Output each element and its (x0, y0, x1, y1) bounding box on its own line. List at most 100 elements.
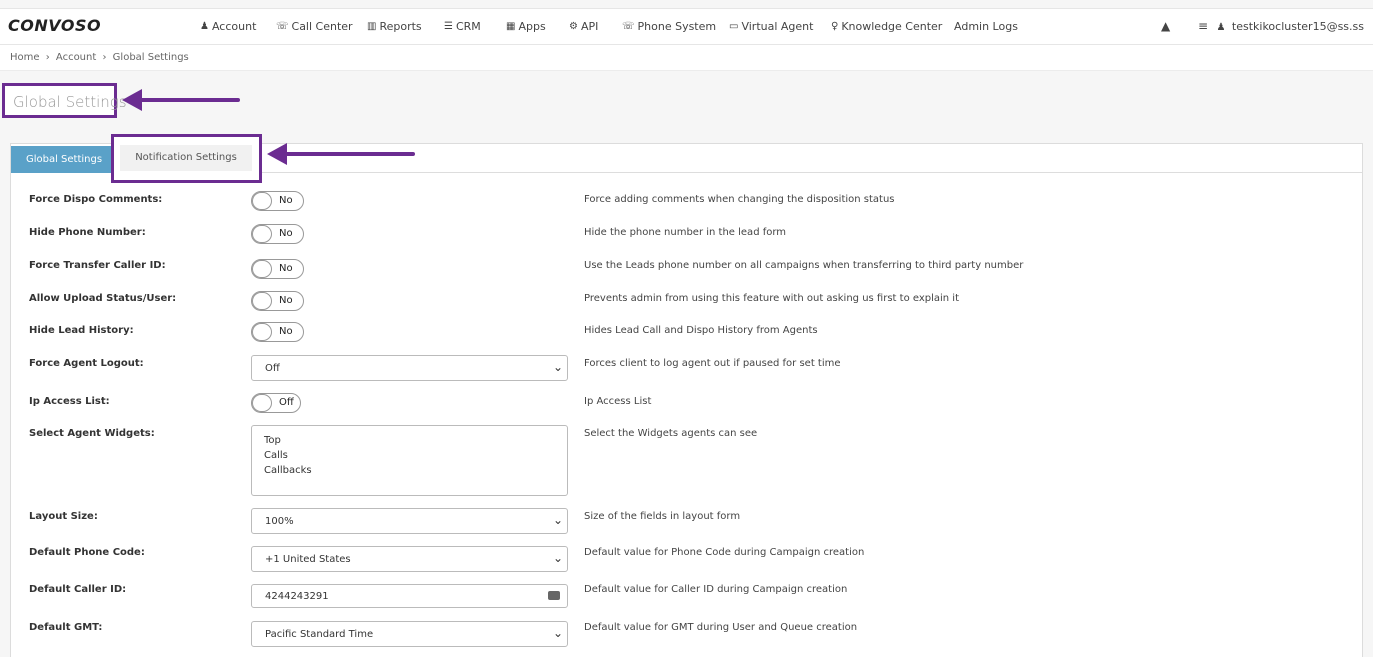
force-logout-select[interactable]: Off ⌄ (251, 355, 568, 381)
hide-lead-history-toggle[interactable]: No (251, 322, 304, 342)
user-icon: ♟ (200, 21, 209, 32)
nav-phone-system-label: Phone System (637, 20, 717, 33)
chevron-down-icon: ⌄ (552, 360, 563, 374)
nav-phone-system[interactable]: ☏ Phone System (622, 20, 716, 33)
user-icon: ♟ (1216, 22, 1226, 33)
annotation-arrow-head (122, 89, 142, 111)
setting-description: Default value for Caller ID during Campa… (584, 584, 848, 595)
nav-apps[interactable]: ▦ Apps (506, 20, 546, 33)
setting-description: Select the Widgets agents can see (584, 428, 758, 439)
nav-api-label: API (580, 20, 599, 33)
nav-account-label: Account (211, 20, 257, 33)
brand-logo[interactable]: CONVOSO (8, 16, 101, 35)
setting-label: Force Transfer Caller ID: (29, 260, 166, 271)
toggle-knob (252, 394, 272, 412)
widget-option[interactable]: Callbacks (264, 463, 555, 478)
id-card-icon (548, 591, 560, 600)
annotation-arrow-shaft (140, 98, 240, 102)
setting-description: Force adding comments when changing the … (584, 194, 895, 205)
nav-crm[interactable]: ☰ CRM (444, 20, 481, 33)
widget-option[interactable]: Calls (264, 448, 555, 463)
setting-description: Prevents admin from using this feature w… (584, 293, 960, 304)
breadcrumb-account[interactable]: Account (56, 52, 96, 63)
lightbulb-icon: ♀ (831, 21, 839, 32)
setting-description: Forces client to log agent out if paused… (584, 358, 841, 369)
user-email: testkikocluster15@ss.ss (1231, 20, 1364, 33)
setting-label: Allow Upload Status/User: (29, 293, 177, 304)
setting-label: Select Agent Widgets: (29, 428, 155, 439)
hide-phone-toggle[interactable]: No (251, 224, 304, 244)
setting-label: Default Caller ID: (29, 584, 127, 595)
database-icon[interactable]: ≡ (1198, 19, 1208, 33)
nav-call-center-label: Call Center (291, 20, 353, 33)
breadcrumb-home[interactable]: Home (10, 52, 40, 63)
tab-notification-settings[interactable]: Notification Settings (120, 145, 252, 171)
chevron-down-icon: ⌄ (552, 513, 563, 527)
nav-virtual-agent[interactable]: ▭ Virtual Agent (729, 20, 813, 33)
tab-bar: Global Settings Notification Settings (11, 134, 1362, 183)
ip-access-toggle[interactable]: Off (251, 393, 301, 413)
setting-label: Ip Access List: (29, 396, 110, 407)
setting-label: Layout Size: (29, 511, 98, 522)
toggle-value: No (279, 295, 293, 306)
toggle-value: No (279, 263, 293, 274)
select-value: +1 United States (265, 554, 351, 565)
toggle-knob (252, 260, 272, 278)
nav-api[interactable]: ⚙ API (569, 20, 598, 33)
gear-icon: ⚙ (569, 21, 578, 32)
tab-global-settings[interactable]: Global Settings (11, 146, 117, 173)
nav-admin-logs[interactable]: Admin Logs (954, 20, 1018, 33)
toggle-knob (252, 323, 272, 341)
nav-knowledge-center[interactable]: ♀ Knowledge Center (831, 20, 942, 33)
setting-description: Hide the phone number in the lead form (584, 227, 787, 238)
nav-knowledge-center-label: Knowledge Center (841, 20, 943, 33)
layout-size-select[interactable]: 100% ⌄ (251, 508, 568, 534)
setting-label: Default Phone Code: (29, 547, 145, 558)
select-value: Pacific Standard Time (265, 629, 374, 640)
bell-icon[interactable]: ▲ (1161, 19, 1170, 33)
setting-description: Hides Lead Call and Dispo History from A… (584, 325, 818, 336)
phone-icon: ☏ (622, 21, 635, 32)
top-navbar: CONVOSO ♟ Account ☏ Call Center ▥ Report… (0, 8, 1373, 45)
select-value: 100% (265, 516, 294, 527)
toggle-value: Off (279, 397, 294, 408)
select-value: Off (265, 363, 280, 374)
breadcrumb-separator: › (102, 52, 107, 63)
gmt-select[interactable]: Pacific Standard Time ⌄ (251, 621, 568, 647)
toggle-knob (252, 292, 272, 310)
force-dispo-toggle[interactable]: No (251, 191, 304, 211)
allow-upload-toggle[interactable]: No (251, 291, 304, 311)
chevron-down-icon: ⌄ (552, 626, 563, 640)
nav-apps-label: Apps (518, 20, 546, 33)
setting-description: Default value for Phone Code during Camp… (584, 547, 865, 558)
toggle-value: No (279, 326, 293, 337)
page-title-highlight: Global Settings (2, 83, 127, 118)
setting-label: Hide Lead History: (29, 325, 134, 336)
setting-description: Ip Access List (584, 396, 652, 407)
nav-call-center[interactable]: ☏ Call Center (276, 20, 353, 33)
phone-code-select[interactable]: +1 United States ⌄ (251, 546, 568, 572)
user-menu[interactable]: ♟ testkikocluster15@ss.ss (1216, 20, 1364, 33)
page-title: Global Settings (13, 93, 127, 111)
setting-description: Use the Leads phone number on all campai… (584, 260, 1024, 271)
nav-reports[interactable]: ▥ Reports (367, 20, 422, 33)
setting-description: Default value for GMT during User and Qu… (584, 622, 858, 633)
toggle-value: No (279, 228, 293, 239)
nav-crm-label: CRM (455, 20, 481, 33)
setting-label: Hide Phone Number: (29, 227, 146, 238)
monitor-icon: ▭ (729, 21, 739, 32)
breadcrumb: Home › Account › Global Settings (0, 45, 1373, 71)
agent-widgets-multiselect[interactable]: Top Calls Callbacks (251, 425, 568, 496)
phone-icon: ☏ (276, 21, 289, 32)
toggle-knob (252, 192, 272, 210)
setting-label: Force Agent Logout: (29, 358, 144, 369)
widget-option[interactable]: Top (264, 433, 555, 448)
nav-admin-logs-label: Admin Logs (954, 20, 1018, 33)
caller-id-input[interactable]: 4244243291 (251, 584, 568, 608)
force-transfer-toggle[interactable]: No (251, 259, 304, 279)
setting-description: Size of the fields in layout form (584, 511, 741, 522)
breadcrumb-current: Global Settings (112, 52, 189, 63)
nav-account[interactable]: ♟ Account (200, 20, 256, 33)
toggle-value: No (279, 195, 293, 206)
list-icon: ☰ (444, 21, 453, 32)
